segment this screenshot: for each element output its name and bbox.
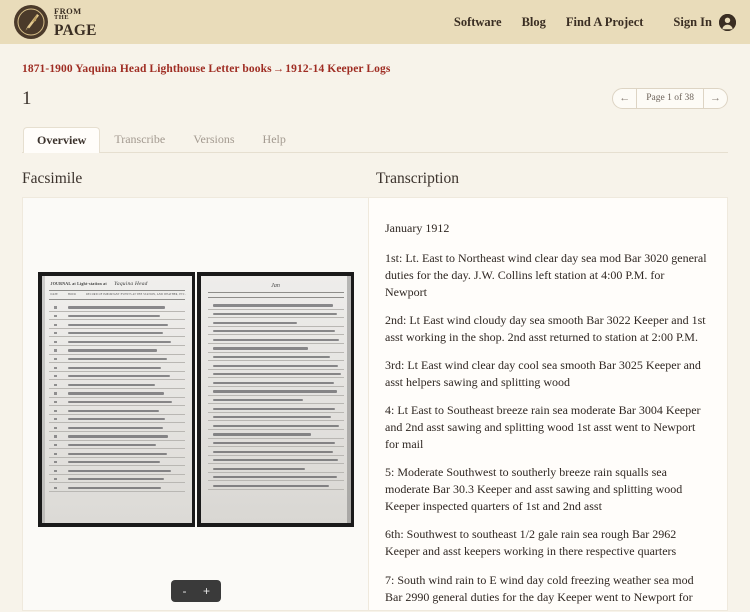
breadcrumb: 1871-1900 Yaquina Head Lighthouse Letter…: [22, 44, 728, 75]
nav-item-find-a-project[interactable]: Find A Project: [566, 15, 644, 30]
site-header: FROM THE PAGE Software Blog Find A Proje…: [0, 0, 750, 44]
breadcrumb-collection-link[interactable]: 1871-1900 Yaquina Head Lighthouse Letter…: [22, 63, 272, 75]
signin-group: Sign In: [673, 13, 736, 31]
zoom-out-button[interactable]: -: [175, 583, 195, 599]
facsimile-heading: Facsimile: [22, 170, 83, 187]
content-panels: JOURNAL at Light-station at Yaquina Head…: [22, 197, 728, 611]
brand-wordmark: FROM THE PAGE: [54, 6, 97, 39]
section-headings: Facsimile Transcription: [22, 170, 728, 188]
manuscript-rule: [207, 292, 344, 293]
transcription-text-panel: January 1912 1st: Lt. East to Northeast …: [369, 198, 727, 610]
manuscript-station-name: Yaquina Head: [114, 281, 148, 287]
transcription-paragraph: 6th: Southwest to southeast 1/2 gale rai…: [385, 527, 677, 559]
transcription-paragraph: 7: South wind rain to E wind day cold fr…: [385, 572, 694, 611]
manuscript-page-left: JOURNAL at Light-station at Yaquina Head…: [37, 272, 195, 527]
manuscript-right-header: Jan: [271, 283, 280, 289]
facsimile-viewer[interactable]: JOURNAL at Light-station at Yaquina Head…: [23, 198, 369, 610]
quill-pen-icon: [14, 5, 48, 39]
brand-line-page: PAGE: [54, 21, 97, 39]
user-avatar-icon[interactable]: [719, 13, 736, 31]
manuscript-ruled-lines: [201, 298, 351, 491]
arrow-right-icon[interactable]: →: [704, 89, 727, 108]
transcription-paragraph: January 1912: [385, 221, 450, 235]
breadcrumb-arrow-icon: →: [272, 63, 285, 75]
nav-item-software[interactable]: Software: [454, 15, 502, 30]
page-container: 1871-1900 Yaquina Head Lighthouse Letter…: [0, 44, 750, 611]
tab-overview[interactable]: Overview: [23, 126, 101, 153]
transcription-paragraph: 2nd: Lt East wind cloudy day sea smooth …: [385, 313, 706, 345]
breadcrumb-work-link[interactable]: 1912-14 Keeper Logs: [285, 63, 390, 75]
arrow-left-icon[interactable]: ←: [613, 89, 636, 108]
page-title: 1: [22, 87, 32, 109]
title-row: 1 ← Page 1 of 38 →: [22, 86, 728, 110]
transcription-paragraph: 1st: Lt. East to Northeast wind clear da…: [385, 251, 707, 300]
manuscript-column-heads: DATE HOUR RECORD OF IMPORTANT EVENTS AT …: [50, 293, 186, 296]
main-navigation: Software Blog Find A Project Sign In: [454, 13, 736, 31]
zoom-in-button[interactable]: +: [197, 583, 217, 599]
pagination-label: Page 1 of 38: [636, 88, 704, 108]
brand-logo-link[interactable]: FROM THE PAGE: [14, 5, 97, 39]
transcription-heading: Transcription: [376, 170, 459, 187]
manuscript-header-text: JOURNAL at Light-station at Yaquina Head: [50, 281, 148, 287]
transcription-paragraph: 5: Moderate Southwest to southerly breez…: [385, 465, 683, 514]
zoom-controls: - +: [170, 580, 221, 602]
brand-line-the: THE: [54, 14, 69, 22]
manuscript-scan-image[interactable]: JOURNAL at Light-station at Yaquina Head…: [37, 272, 354, 527]
sign-in-link[interactable]: Sign In: [673, 15, 712, 30]
facsimile-image-stage[interactable]: JOURNAL at Light-station at Yaquina Head…: [23, 272, 368, 527]
manuscript-page-right: Jan: [196, 272, 354, 527]
manuscript-ruled-lines: [42, 300, 192, 493]
tab-versions[interactable]: Versions: [179, 126, 248, 152]
tab-help[interactable]: Help: [249, 126, 300, 152]
transcription-paragraph: 3rd: Lt East wind clear day cool sea smo…: [385, 358, 701, 390]
tab-bar: Overview Transcribe Versions Help: [22, 126, 728, 153]
pagination-control: ← Page 1 of 38 →: [612, 87, 728, 109]
transcription-paragraph: 4: Lt East to Southeast breeze rain sea …: [385, 403, 701, 452]
nav-item-blog[interactable]: Blog: [522, 15, 546, 30]
tab-transcribe[interactable]: Transcribe: [100, 126, 179, 152]
